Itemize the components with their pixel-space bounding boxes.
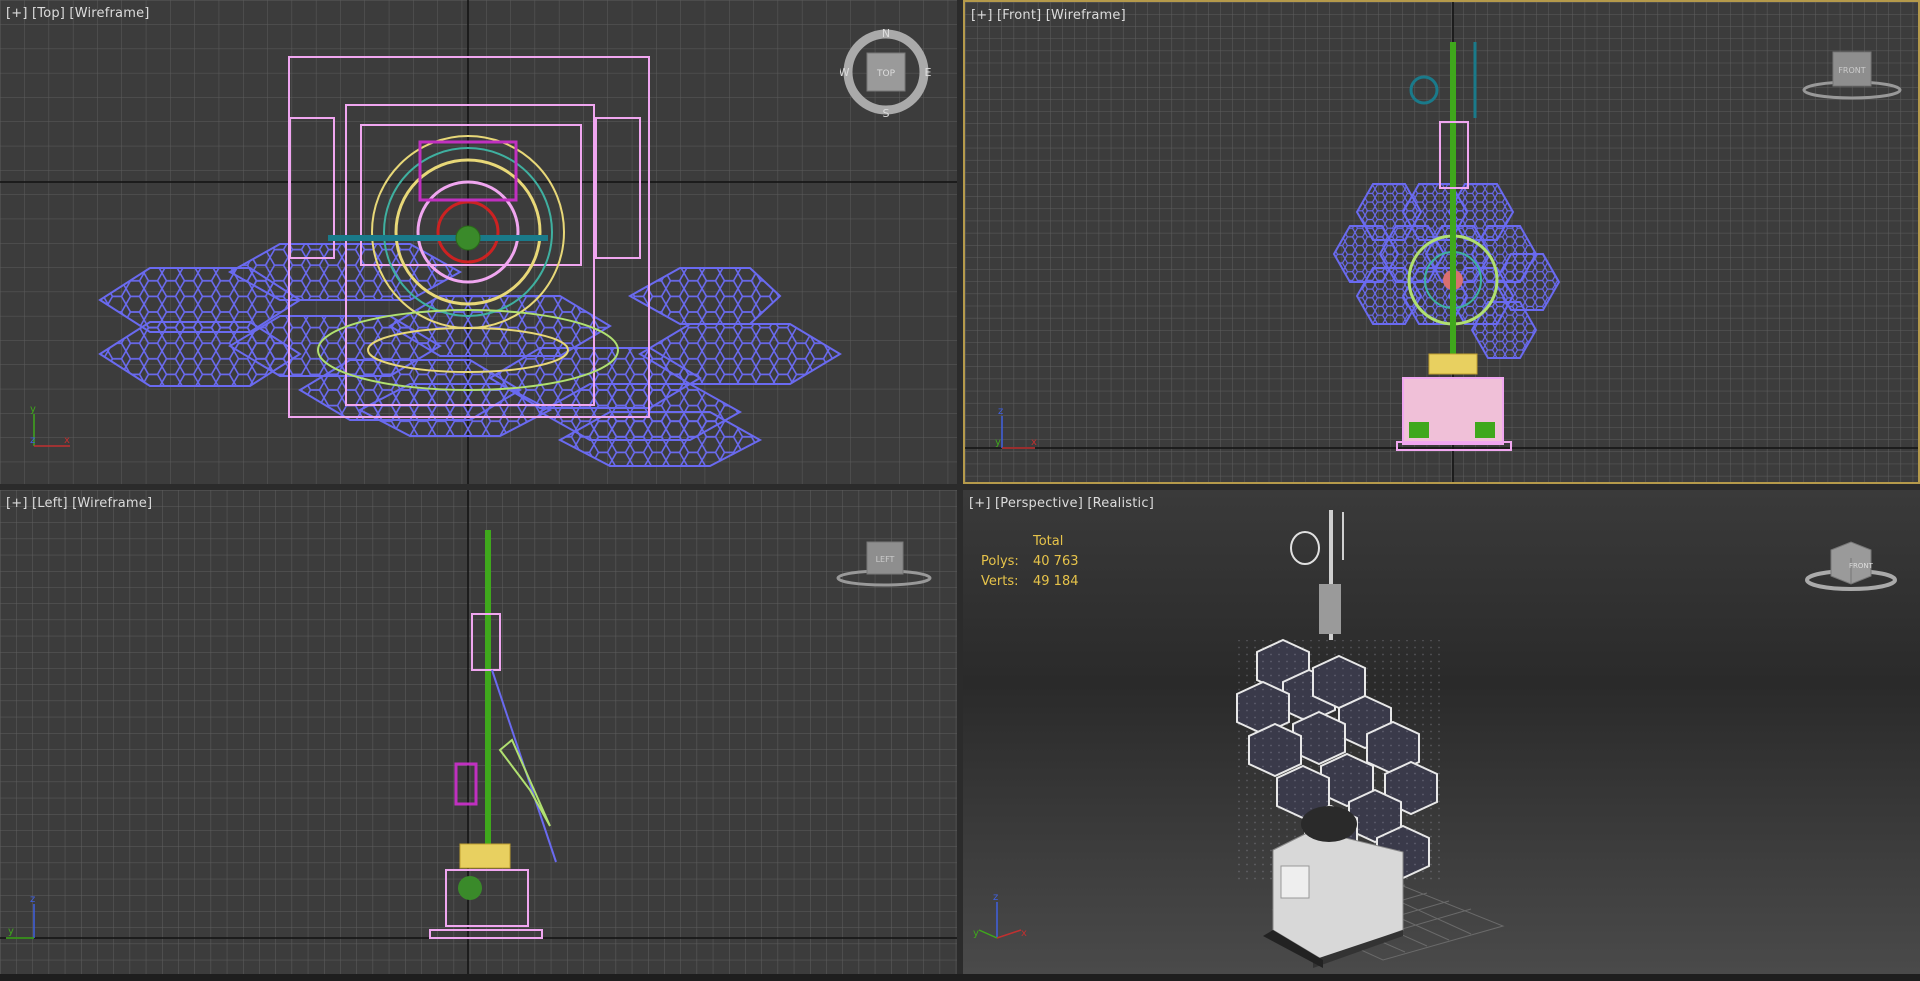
svg-text:x: x <box>1021 928 1027 939</box>
viewport-label-left: [+] [Left] [Wireframe] <box>6 496 152 511</box>
svg-text:z: z <box>993 892 998 903</box>
stats-header: Total <box>1033 534 1064 549</box>
bottom-strip <box>0 974 1920 981</box>
perspective-scene: z x y <box>973 510 1505 968</box>
left-grid: z y <box>0 490 957 974</box>
verts-label: Verts: <box>981 574 1019 589</box>
svg-text:z: z <box>30 894 35 905</box>
viewport-menu-plus[interactable]: [+] <box>6 6 28 21</box>
svg-text:y: y <box>973 928 979 939</box>
verts-value: 49 184 <box>1033 574 1079 589</box>
svg-text:FRONT: FRONT <box>1849 562 1874 570</box>
svg-text:y: y <box>995 437 1001 448</box>
svg-text:z: z <box>998 406 1003 417</box>
svg-text:x: x <box>1031 437 1037 448</box>
viewport-shading-menu[interactable]: [Wireframe] <box>69 6 149 21</box>
viewcube-top[interactable]: TOP N S E W <box>839 26 936 126</box>
viewport-shading-menu[interactable]: [Wireframe] <box>1046 8 1126 23</box>
viewport-menu-plus[interactable]: [+] <box>6 496 28 511</box>
scene-statistics: Total Polys: 40 763 Verts: 49 184 <box>981 534 1079 594</box>
svg-text:y: y <box>8 926 14 937</box>
viewport-shading-menu[interactable]: [Wireframe] <box>72 496 152 511</box>
viewcube-icon: FRONT <box>1805 541 1897 591</box>
viewport-menu-plus[interactable]: [+] <box>971 8 993 23</box>
viewcube-perspective[interactable]: FRONT <box>1799 536 1909 600</box>
viewport-menu-plus[interactable]: [+] <box>969 496 991 511</box>
viewport-left[interactable]: z y [+] [Left] [Wireframe] LEFT <box>0 490 957 974</box>
svg-text:FRONT: FRONT <box>1838 66 1865 75</box>
svg-text:E: E <box>925 66 932 79</box>
polys-value: 40 763 <box>1033 554 1079 569</box>
viewport-view-menu[interactable]: [Perspective] <box>995 496 1083 511</box>
polys-label: Polys: <box>981 554 1019 569</box>
svg-text:x: x <box>64 435 70 446</box>
compass-ring-icon: TOP N S E W <box>839 27 932 120</box>
viewport-label-perspective: [+] [Perspective] [Realistic] <box>969 496 1154 511</box>
viewcube-icon: LEFT <box>836 541 932 587</box>
svg-text:z: z <box>30 435 35 446</box>
top-grid: y x z <box>0 0 957 484</box>
viewport-view-menu[interactable]: [Top] <box>32 6 65 21</box>
viewport-label-top: [+] [Top] [Wireframe] <box>6 6 150 21</box>
axis-tripod-perspective: z x y <box>973 892 1027 939</box>
svg-text:y: y <box>30 404 36 415</box>
svg-text:S: S <box>883 107 890 120</box>
viewcube-front[interactable]: FRONT <box>1797 46 1907 110</box>
svg-text:N: N <box>882 27 890 40</box>
viewport-view-menu[interactable]: [Left] <box>32 496 68 511</box>
front-grid: z x y <box>965 2 1918 482</box>
viewcube-left[interactable]: LEFT <box>834 538 944 602</box>
svg-text:TOP: TOP <box>876 69 896 79</box>
svg-text:W: W <box>840 66 850 79</box>
viewport-view-menu[interactable]: [Front] <box>997 8 1041 23</box>
viewport-front[interactable]: z x y [+] [Front] [Wireframe] FRONT <box>963 0 1920 484</box>
viewcube-icon: FRONT <box>1802 51 1902 100</box>
viewport-perspective[interactable]: z x y [+] [Perspective] [Realistic] Tota… <box>963 490 1920 974</box>
viewport-label-front: [+] [Front] [Wireframe] <box>971 8 1126 23</box>
viewport-top[interactable]: y x z [+] [Top] [Wireframe] TOP N S E W <box>0 0 957 484</box>
svg-text:LEFT: LEFT <box>876 555 895 564</box>
viewport-shading-menu[interactable]: [Realistic] <box>1087 496 1154 511</box>
